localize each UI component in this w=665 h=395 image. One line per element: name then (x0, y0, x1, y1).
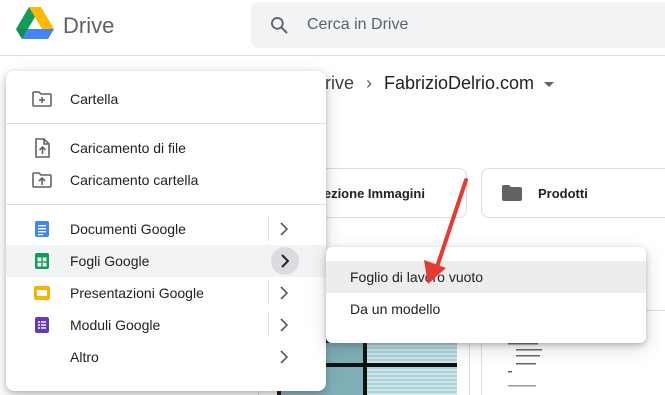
chevron-right-icon[interactable] (280, 286, 288, 300)
menu-item-label: Caricamento di file (70, 140, 186, 156)
drive-logo-icon[interactable] (16, 7, 54, 41)
folder-upload-icon (32, 172, 52, 188)
menu-item-label: Caricamento cartella (70, 172, 199, 188)
menu-separator (268, 313, 269, 337)
chevron-right-icon (281, 254, 289, 268)
menu-item-google-sheets[interactable]: Fogli Google (6, 245, 326, 277)
google-forms-icon (35, 317, 49, 333)
chevron-right-icon[interactable] (280, 318, 288, 332)
submenu-expand-button[interactable] (271, 247, 299, 275)
menu-item-label: Moduli Google (70, 317, 161, 333)
menu-item-label: Fogli Google (70, 253, 150, 269)
app-name[interactable]: Drive (63, 13, 114, 39)
search-bar[interactable] (251, 2, 665, 48)
menu-item-upload-folder[interactable]: Caricamento cartella (6, 164, 326, 196)
sheets-submenu: Foglio di lavoro vuoto Da un modello (326, 247, 646, 343)
menu-item-more[interactable]: Altro (6, 341, 326, 373)
submenu-item-label: Da un modello (350, 301, 441, 317)
submenu-item-label: Foglio di lavoro vuoto (350, 269, 484, 285)
google-sheets-icon (35, 253, 49, 269)
menu-item-label: Documenti Google (70, 221, 186, 237)
folder-name: elezione Immagini (313, 185, 425, 201)
folder-card-prodotti[interactable]: Prodotti (481, 168, 665, 218)
menu-item-label: Altro (70, 349, 99, 365)
breadcrumb-current-folder[interactable]: FabrizioDelrio.com (384, 73, 534, 94)
chevron-right-icon[interactable] (280, 350, 288, 364)
menu-item-new-folder[interactable]: Cartella (6, 83, 326, 115)
folder-icon (502, 185, 522, 201)
search-icon[interactable] (269, 15, 289, 35)
submenu-item-blank-spreadsheet[interactable]: Foglio di lavoro vuoto (326, 261, 646, 293)
caret-down-icon[interactable] (544, 81, 555, 87)
menu-separator (268, 217, 269, 241)
google-slides-icon (34, 286, 50, 300)
menu-item-label: Cartella (70, 91, 119, 107)
menu-item-label: Presentazioni Google (70, 285, 204, 301)
submenu-item-from-template[interactable]: Da un modello (326, 293, 646, 325)
menu-separator (268, 281, 269, 305)
create-folder-icon (32, 91, 52, 107)
chevron-right-icon: › (366, 72, 373, 93)
file-upload-icon (35, 138, 50, 158)
menu-divider (6, 204, 326, 205)
search-input[interactable] (307, 2, 665, 48)
menu-item-google-slides[interactable]: Presentazioni Google (6, 277, 326, 309)
menu-divider (6, 123, 326, 124)
google-docs-icon (35, 221, 49, 237)
top-bar: Drive (0, 0, 665, 56)
breadcrumb: rive › FabrizioDelrio.com (325, 70, 555, 96)
menu-item-google-docs[interactable]: Documenti Google (6, 213, 326, 245)
breadcrumb-drive[interactable]: rive (325, 73, 354, 94)
menu-item-google-forms[interactable]: Moduli Google (6, 309, 326, 341)
new-item-menu: Cartella Caricamento di file Caricamento… (6, 71, 326, 391)
chevron-right-icon[interactable] (280, 222, 288, 236)
folder-name: Prodotti (538, 185, 588, 201)
menu-item-upload-file[interactable]: Caricamento di file (6, 132, 326, 164)
